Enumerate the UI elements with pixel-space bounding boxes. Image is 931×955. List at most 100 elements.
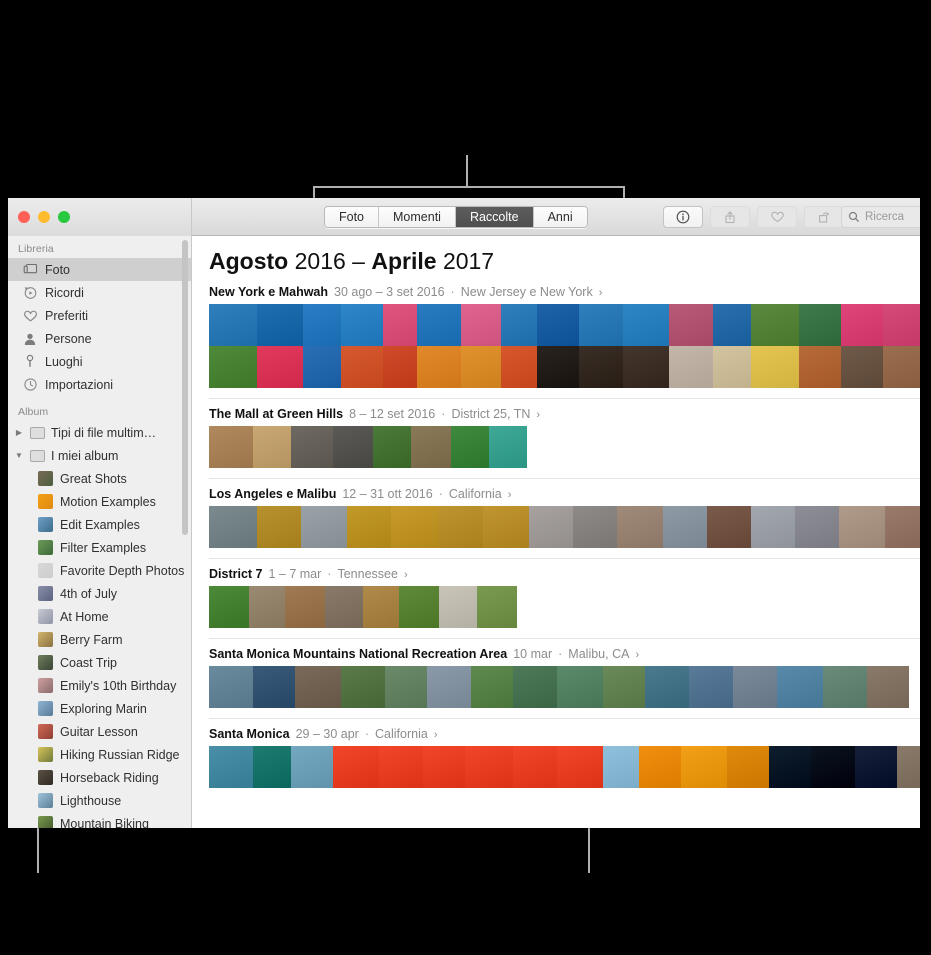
sidebar-item-persone[interactable]: Persone [8, 327, 191, 350]
sidebar-album-item[interactable]: Great Shots [8, 467, 191, 490]
photo-thumbnail[interactable] [883, 304, 920, 388]
chevron-right-icon[interactable]: › [536, 409, 540, 421]
rotate-button[interactable] [804, 206, 844, 228]
photo-thumbnail[interactable] [727, 746, 769, 788]
photo-thumbnail[interactable] [411, 426, 451, 468]
photo-thumbnail[interactable] [439, 586, 477, 628]
photo-thumbnail[interactable] [291, 746, 333, 788]
sidebar-album-item[interactable]: Guitar Lesson [8, 720, 191, 743]
photo-thumbnail[interactable] [513, 746, 557, 788]
sidebar-album-item[interactable]: Berry Farm [8, 628, 191, 651]
sidebar-album-item[interactable]: At Home [8, 605, 191, 628]
photo-tile[interactable] [623, 304, 669, 346]
photo-thumbnail[interactable] [363, 586, 399, 628]
minimize-button[interactable] [38, 211, 50, 223]
photo-thumbnail[interactable] [855, 746, 897, 788]
photo-strip[interactable] [209, 426, 920, 468]
chevron-right-icon[interactable]: › [635, 649, 639, 661]
photo-tile[interactable] [537, 304, 579, 346]
photo-thumbnail[interactable] [471, 666, 513, 708]
photo-tile[interactable] [257, 304, 303, 346]
photo-thumbnail[interactable] [885, 506, 920, 548]
photo-tile[interactable] [713, 304, 751, 346]
photo-tile[interactable] [623, 346, 669, 388]
photo-thumbnail[interactable] [209, 746, 253, 788]
photo-thumbnail[interactable] [751, 304, 799, 388]
collection-header[interactable]: The Mall at Green Hills 8 – 12 set 2016 · D… [193, 399, 920, 426]
sidebar-album-item[interactable]: Edit Examples [8, 513, 191, 536]
photo-thumbnail[interactable] [461, 304, 501, 388]
photo-thumbnail[interactable] [713, 304, 751, 388]
photo-thumbnail[interactable] [253, 426, 291, 468]
photo-tile[interactable] [461, 304, 501, 346]
photo-tile[interactable] [303, 346, 341, 388]
photo-thumbnail[interactable] [253, 746, 291, 788]
photo-thumbnail[interactable] [733, 666, 777, 708]
photo-tile[interactable] [579, 346, 623, 388]
photo-thumbnail[interactable] [209, 506, 257, 548]
collection-header[interactable]: Santa Monica Mountains National Recreati… [193, 639, 920, 666]
photo-thumbnail[interactable] [751, 506, 795, 548]
collection-header[interactable]: Los Angeles e Malibu 12 – 31 ott 2016 · Cal… [193, 479, 920, 506]
photo-tile[interactable] [841, 346, 883, 388]
sidebar-album-item[interactable]: Coast Trip [8, 651, 191, 674]
photo-thumbnail[interactable] [347, 506, 391, 548]
search-field[interactable]: Ricerca [841, 206, 920, 228]
photo-strip[interactable] [209, 666, 920, 708]
photo-tile[interactable] [209, 304, 257, 346]
photo-thumbnail[interactable] [477, 586, 517, 628]
photo-thumbnail[interactable] [489, 426, 527, 468]
photo-thumbnail[interactable] [253, 666, 295, 708]
photo-tile[interactable] [799, 304, 841, 346]
photo-thumbnail[interactable] [841, 304, 883, 388]
photo-thumbnail[interactable] [645, 666, 689, 708]
photo-thumbnail[interactable] [769, 746, 811, 788]
photo-thumbnail[interactable] [341, 304, 383, 388]
photo-thumbnail[interactable] [417, 304, 461, 388]
photo-tile[interactable] [669, 304, 713, 346]
photo-thumbnail[interactable] [839, 506, 885, 548]
photo-tile[interactable] [501, 346, 537, 388]
photo-tile[interactable] [579, 304, 623, 346]
photo-thumbnail[interactable] [341, 666, 385, 708]
photo-thumbnail[interactable] [617, 506, 663, 548]
photo-thumbnail[interactable] [483, 506, 529, 548]
sidebar-album-item[interactable]: 4th of July [8, 582, 191, 605]
photo-thumbnail[interactable] [707, 506, 751, 548]
sidebar-album-item[interactable]: Favorite Depth Photos [8, 559, 191, 582]
photo-thumbnail[interactable] [423, 746, 465, 788]
chevron-right-icon[interactable]: ▶ [14, 428, 24, 437]
photo-thumbnail[interactable] [301, 506, 347, 548]
photo-strip[interactable] [209, 586, 920, 628]
chevron-right-icon[interactable]: › [434, 729, 438, 741]
photo-tile[interactable] [257, 346, 303, 388]
photo-tile[interactable] [303, 304, 341, 346]
photo-thumbnail[interactable] [391, 506, 439, 548]
sidebar-album-item[interactable]: Lighthouse [8, 789, 191, 812]
photo-tile[interactable] [883, 304, 920, 346]
chevron-down-icon[interactable]: ▼ [14, 451, 24, 460]
photo-thumbnail[interactable] [257, 304, 303, 388]
segment-raccolte[interactable]: Raccolte [455, 207, 534, 227]
photo-thumbnail[interactable] [557, 746, 603, 788]
collections-content[interactable]: Agosto 2016 – Aprile 2017 New York e Mah… [193, 236, 920, 828]
photo-tile[interactable] [883, 346, 920, 388]
photo-thumbnail[interactable] [513, 666, 557, 708]
photo-strip[interactable] [209, 746, 920, 788]
share-button[interactable] [710, 206, 750, 228]
photo-thumbnail[interactable] [529, 506, 573, 548]
photo-tile[interactable] [841, 304, 883, 346]
close-button[interactable] [18, 211, 30, 223]
segment-anni[interactable]: Anni [533, 207, 587, 227]
photo-thumbnail[interactable] [501, 304, 537, 388]
photo-thumbnail[interactable] [867, 666, 909, 708]
photo-tile[interactable] [417, 304, 461, 346]
photo-thumbnail[interactable] [295, 666, 341, 708]
sidebar-item-ricordi[interactable]: Ricordi [8, 281, 191, 304]
photo-thumbnail[interactable] [603, 746, 639, 788]
photo-thumbnail[interactable] [573, 506, 617, 548]
sidebar-album-item[interactable]: Mountain Biking [8, 812, 191, 828]
sidebar-folder-tipi-di-file-multimediali[interactable]: ▶ Tipi di file multim… [8, 421, 191, 444]
photo-thumbnail[interactable] [209, 426, 253, 468]
info-button[interactable] [663, 206, 703, 228]
